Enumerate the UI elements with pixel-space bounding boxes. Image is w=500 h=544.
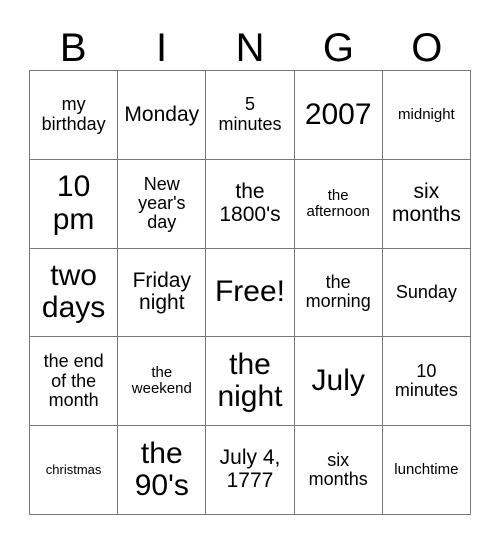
bingo-cell-free[interactable]: Free!: [206, 248, 295, 338]
bingo-cell-label: 10 minutes: [394, 360, 458, 401]
bingo-cell-label: christmas: [45, 462, 102, 478]
bingo-cell-label: midnight: [398, 105, 455, 123]
bingo-cell[interactable]: New year's day: [118, 159, 207, 249]
bingo-cell-label: the 90's: [134, 436, 189, 503]
bingo-cell[interactable]: six months: [294, 426, 383, 515]
bingo-cell-label: the weekend: [131, 364, 192, 398]
bingo-cell-label: six months: [391, 180, 461, 226]
bingo-cell-label: Sunday: [395, 281, 457, 302]
bingo-cell-label: 5 minutes: [218, 94, 282, 134]
bingo-cell-label: six months: [308, 449, 368, 490]
bingo-cell[interactable]: the afternoon: [294, 159, 383, 249]
bingo-grid: my birthday Monday 5 minutes 2007 midnight 10…: [29, 70, 471, 515]
bingo-header-letter-b: B: [59, 26, 87, 70]
bingo-cell[interactable]: my birthday: [30, 71, 119, 160]
bingo-cell[interactable]: Friday night: [118, 248, 207, 338]
bingo-cell[interactable]: the 1800's: [206, 159, 295, 249]
bingo-cell[interactable]: 2007: [294, 71, 383, 160]
bingo-header-letter-n: N: [235, 26, 265, 70]
bingo-cell[interactable]: Sunday: [382, 248, 471, 338]
bingo-cell-label: two days: [41, 259, 106, 325]
bingo-cell-label: the night: [217, 347, 283, 414]
bingo-cell-label: the end of the month: [43, 351, 104, 410]
bingo-cell[interactable]: 10 minutes: [382, 337, 471, 427]
bingo-cell[interactable]: 10 pm: [30, 159, 119, 249]
bingo-cell[interactable]: the morning: [294, 248, 383, 338]
bingo-cell-label: 2007: [304, 97, 372, 131]
bingo-cell[interactable]: July 4, 1777: [206, 426, 295, 515]
bingo-header: B I N G O: [29, 18, 471, 70]
bingo-cell[interactable]: lunchtime: [382, 426, 471, 515]
bingo-cell[interactable]: christmas: [30, 426, 119, 515]
bingo-cell-label: New year's day: [138, 173, 186, 233]
bingo-cell[interactable]: six months: [382, 159, 471, 249]
bingo-header-letter-g: G: [322, 26, 354, 70]
bingo-cell-label: Monday: [124, 102, 200, 126]
bingo-cell-label: July: [311, 364, 365, 398]
bingo-cell-label: the morning: [305, 272, 371, 312]
bingo-cell[interactable]: the weekend: [118, 337, 207, 427]
bingo-cell[interactable]: Monday: [118, 71, 207, 160]
bingo-cell[interactable]: the 90's: [118, 426, 207, 515]
bingo-cell-label: the afternoon: [306, 186, 370, 220]
bingo-cell[interactable]: two days: [30, 248, 119, 338]
bingo-cell[interactable]: 5 minutes: [206, 71, 295, 160]
bingo-cell[interactable]: the night: [206, 337, 295, 427]
bingo-header-letter-i: I: [156, 26, 168, 70]
bingo-cell-label: my birthday: [41, 94, 106, 134]
bingo-card: B I N G O my birthday Monday 5 minutes 2007…: [0, 0, 500, 544]
bingo-cell-label: July 4, 1777: [219, 446, 281, 493]
bingo-cell-label: Free!: [214, 275, 285, 309]
bingo-cell[interactable]: the end of the month: [30, 337, 119, 427]
bingo-cell[interactable]: midnight: [382, 71, 471, 160]
bingo-cell-label: 10 pm: [52, 170, 95, 236]
bingo-cell-label: lunchtime: [394, 461, 459, 478]
bingo-header-letter-o: O: [411, 26, 443, 70]
bingo-cell-label: Friday night: [132, 268, 191, 315]
bingo-cell-label: the 1800's: [219, 180, 281, 226]
bingo-cell[interactable]: July: [294, 337, 383, 427]
